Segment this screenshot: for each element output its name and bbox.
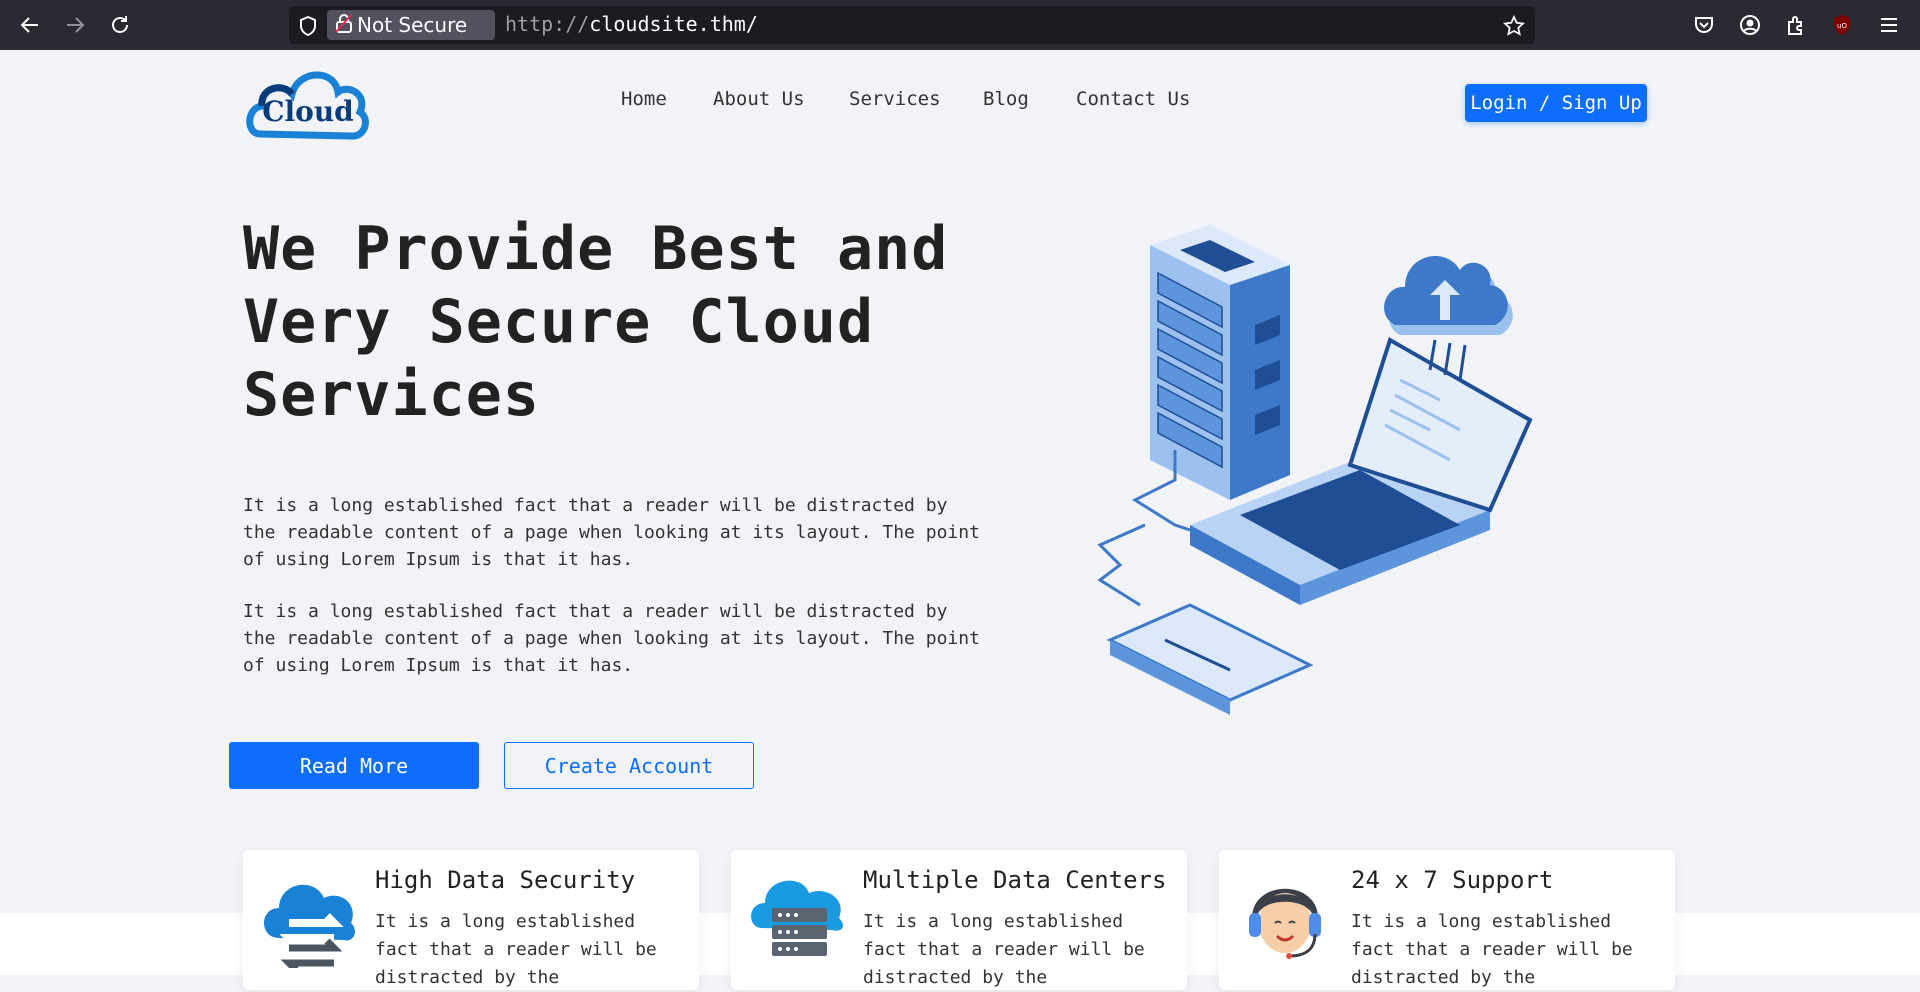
menu-icon[interactable]: [1876, 12, 1902, 38]
nav-blog[interactable]: Blog: [983, 88, 1029, 110]
feature-title: High Data Security: [375, 866, 636, 894]
svg-text:uO: uO: [1837, 22, 1847, 30]
browser-toolbar: Not Secure http://cloudsite.thm/ uO: [0, 0, 1920, 50]
logo-text: Cloud: [262, 95, 354, 128]
url-protocol: http://: [505, 12, 590, 36]
reload-icon[interactable]: [107, 12, 133, 38]
lock-icon: [335, 12, 353, 38]
nav-services[interactable]: Services: [849, 88, 941, 110]
cloud-server-illustration: [1090, 225, 1570, 745]
feature-card-security: High Data Security It is a long establis…: [243, 850, 699, 990]
url-text[interactable]: http://cloudsite.thm/: [505, 12, 758, 36]
security-label: Not Secure: [357, 13, 468, 37]
star-icon[interactable]: [1502, 14, 1526, 41]
hero-paragraph-2: It is a long established fact that a rea…: [243, 601, 980, 676]
site-logo[interactable]: Cloud: [246, 62, 372, 142]
login-signup-button[interactable]: Login / Sign Up: [1465, 84, 1647, 122]
create-account-button[interactable]: Create Account: [504, 742, 754, 789]
ublock-icon[interactable]: uO: [1829, 12, 1855, 38]
pocket-icon[interactable]: [1691, 12, 1717, 38]
nav-home[interactable]: Home: [621, 88, 667, 110]
feature-card-datacenters: Multiple Data Centers It is a long estab…: [731, 850, 1187, 990]
support-agent-icon: [1235, 868, 1335, 968]
feature-card-support: 24 x 7 Support It is a long established …: [1219, 850, 1675, 990]
feature-title: 24 x 7 Support: [1351, 866, 1554, 894]
account-icon[interactable]: [1737, 12, 1763, 38]
nav-contact-us[interactable]: Contact Us: [1076, 88, 1190, 110]
nav-about-us[interactable]: About Us: [713, 88, 805, 110]
feature-text: It is a long established fact that a rea…: [1351, 911, 1633, 988]
server-tower-icon: [1150, 225, 1290, 500]
feature-text: It is a long established fact that a rea…: [375, 911, 657, 988]
shield-icon[interactable]: [299, 15, 317, 40]
extensions-icon[interactable]: [1783, 12, 1809, 38]
cloud-logo-icon: Cloud: [246, 71, 369, 140]
url-host: cloudsite.thm/: [589, 12, 758, 36]
back-arrow-icon[interactable]: [17, 12, 43, 38]
read-more-button[interactable]: Read More: [229, 742, 479, 789]
forward-arrow-icon[interactable]: [62, 12, 88, 38]
phone-icon: [1106, 603, 1314, 715]
security-indicator[interactable]: Not Secure: [327, 10, 495, 40]
cloud-server-icon: [747, 868, 847, 968]
cloud-transfer-icon: [259, 868, 359, 973]
address-bar[interactable]: Not Secure http://cloudsite.thm/: [289, 6, 1535, 44]
feature-title: Multiple Data Centers: [863, 866, 1167, 894]
hero-paragraph-1: It is a long established fact that a rea…: [243, 495, 980, 570]
feature-text: It is a long established fact that a rea…: [863, 911, 1145, 988]
hero-title: We Provide Best and Very Secure Cloud Se…: [243, 214, 949, 430]
